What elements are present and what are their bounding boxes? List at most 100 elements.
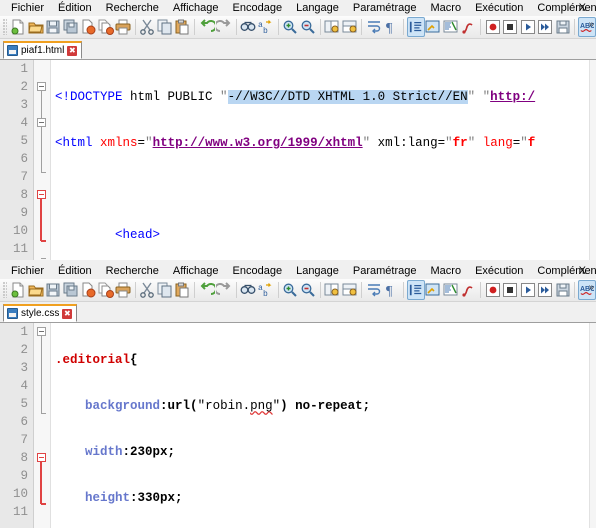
- show-all-chars-icon[interactable]: ¶: [383, 280, 400, 300]
- menu-item-execution[interactable]: Exécution: [468, 0, 530, 16]
- record-macro-icon[interactable]: [484, 17, 501, 37]
- word-wrap-icon[interactable]: [365, 17, 382, 37]
- copy-icon[interactable]: [156, 280, 173, 300]
- fold-toggle-line8[interactable]: [37, 190, 46, 199]
- sync-horizontal-icon[interactable]: [341, 17, 358, 37]
- save-all-icon[interactable]: [62, 17, 79, 37]
- play-macro-icon[interactable]: [519, 17, 536, 37]
- menu-item-execution[interactable]: Exécution: [468, 263, 530, 279]
- doc-map-icon[interactable]: [442, 17, 459, 37]
- menu-item-encodage[interactable]: Encodage: [226, 263, 290, 279]
- code-area-css[interactable]: .editorial{ background:url("robin.png") …: [51, 323, 589, 528]
- close-icon[interactable]: ✖: [67, 45, 78, 56]
- replace-icon[interactable]: ab: [257, 17, 274, 37]
- window-close-button[interactable]: X: [575, 263, 590, 279]
- toolbar-overflow-icon[interactable]: »: [588, 282, 594, 293]
- menu-item-edition[interactable]: Édition: [51, 263, 99, 279]
- cut-icon[interactable]: [139, 17, 156, 37]
- save-icon[interactable]: [44, 17, 61, 37]
- menu-item-macro[interactable]: Macro: [424, 263, 469, 279]
- fold-toggle-line4[interactable]: [37, 118, 46, 127]
- editor-html[interactable]: 1 2 3 4 5 6 7 8 9 10 11 12 <!DOCTYPE htm…: [0, 60, 596, 260]
- toolbar-grip[interactable]: [3, 282, 7, 298]
- menu-item-langage[interactable]: Langage: [289, 0, 346, 16]
- toolbar-separator: [235, 19, 237, 35]
- tab-style-css[interactable]: style.css ✖: [3, 304, 78, 322]
- redo-icon[interactable]: [215, 17, 232, 37]
- fold-toggle-line8[interactable]: [37, 453, 46, 462]
- find-icon[interactable]: [240, 280, 257, 300]
- window-close-button[interactable]: X: [575, 0, 590, 16]
- sync-vertical-icon[interactable]: [323, 280, 340, 300]
- play-macro-icon[interactable]: [519, 280, 536, 300]
- toolbar-overflow-icon[interactable]: »: [588, 19, 594, 30]
- undo-icon[interactable]: [198, 17, 215, 37]
- close-all-icon[interactable]: [97, 17, 114, 37]
- save-all-icon[interactable]: [62, 280, 79, 300]
- tab-piaf1-html[interactable]: piaf1.html ✖: [3, 41, 83, 59]
- vertical-scrollbar-css[interactable]: [589, 323, 596, 528]
- print-icon[interactable]: [114, 17, 131, 37]
- menu-item-fichier[interactable]: Fichier: [4, 263, 51, 279]
- function-list-icon[interactable]: [460, 17, 477, 37]
- vertical-scrollbar-html[interactable]: [589, 60, 596, 260]
- new-file-icon[interactable]: [10, 280, 27, 300]
- fold-margin-css[interactable]: [34, 323, 51, 528]
- fold-toggle-line2[interactable]: [37, 82, 46, 91]
- new-file-icon[interactable]: [10, 17, 27, 37]
- menu-item-fichier[interactable]: Fichier: [4, 0, 51, 16]
- menu-item-encodage[interactable]: Encodage: [226, 0, 290, 16]
- save-icon[interactable]: [44, 280, 61, 300]
- undo-icon[interactable]: [198, 280, 215, 300]
- find-icon[interactable]: [240, 17, 257, 37]
- menu-item-langage[interactable]: Langage: [289, 263, 346, 279]
- indent-guide-icon[interactable]: [407, 280, 425, 300]
- sync-vertical-icon[interactable]: [323, 17, 340, 37]
- menu-item-affichage[interactable]: Affichage: [166, 0, 226, 16]
- copy-icon[interactable]: [156, 17, 173, 37]
- sync-horizontal-icon[interactable]: [341, 280, 358, 300]
- code-area-html[interactable]: <!DOCTYPE html PUBLIC "-//W3C//DTD XHTML…: [51, 60, 589, 260]
- play-macro-multiple-icon[interactable]: [536, 280, 553, 300]
- user-language-icon[interactable]: [425, 280, 442, 300]
- close-file-icon[interactable]: [79, 17, 96, 37]
- open-file-icon[interactable]: [27, 280, 44, 300]
- open-file-icon[interactable]: [27, 17, 44, 37]
- zoom-out-icon[interactable]: [299, 280, 316, 300]
- record-macro-icon[interactable]: [484, 280, 501, 300]
- close-all-icon[interactable]: [97, 280, 114, 300]
- redo-icon[interactable]: [215, 280, 232, 300]
- indent-guide-icon[interactable]: [407, 17, 425, 37]
- menu-item-affichage[interactable]: Affichage: [166, 263, 226, 279]
- save-macro-icon[interactable]: [554, 17, 571, 37]
- menu-item-recherche[interactable]: Recherche: [99, 0, 166, 16]
- zoom-in-icon[interactable]: [282, 17, 299, 37]
- menu-item-parametrage[interactable]: Paramétrage: [346, 263, 424, 279]
- print-icon[interactable]: [114, 280, 131, 300]
- cut-icon[interactable]: [139, 280, 156, 300]
- menu-item-recherche[interactable]: Recherche: [99, 263, 166, 279]
- menu-item-parametrage[interactable]: Paramétrage: [346, 0, 424, 16]
- word-wrap-icon[interactable]: [365, 280, 382, 300]
- stop-macro-icon[interactable]: [501, 17, 518, 37]
- doc-map-icon[interactable]: [442, 280, 459, 300]
- show-all-chars-icon[interactable]: ¶: [383, 17, 400, 37]
- save-macro-icon[interactable]: [554, 280, 571, 300]
- close-file-icon[interactable]: [79, 280, 96, 300]
- toolbar-grip[interactable]: [3, 19, 7, 35]
- close-icon[interactable]: ✖: [62, 308, 73, 319]
- fold-margin-html[interactable]: [34, 60, 51, 260]
- zoom-out-icon[interactable]: [299, 17, 316, 37]
- editor-css[interactable]: 1 2 3 4 5 6 7 8 9 10 11 .editorial{ back…: [0, 323, 596, 528]
- paste-icon[interactable]: [174, 17, 191, 37]
- function-list-icon[interactable]: [460, 280, 477, 300]
- menu-item-macro[interactable]: Macro: [424, 0, 469, 16]
- user-language-icon[interactable]: [425, 17, 442, 37]
- menu-item-edition[interactable]: Édition: [51, 0, 99, 16]
- paste-icon[interactable]: [174, 280, 191, 300]
- play-macro-multiple-icon[interactable]: [536, 17, 553, 37]
- fold-toggle-line1[interactable]: [37, 327, 46, 336]
- stop-macro-icon[interactable]: [501, 280, 518, 300]
- replace-icon[interactable]: ab: [257, 280, 274, 300]
- zoom-in-icon[interactable]: [282, 280, 299, 300]
